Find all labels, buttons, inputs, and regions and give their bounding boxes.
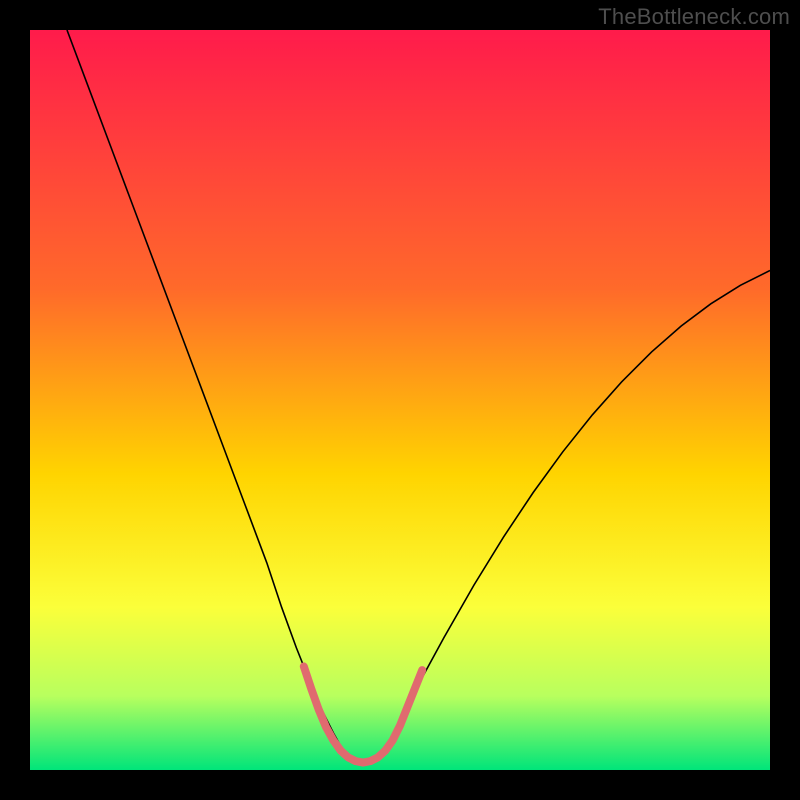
watermark-text: TheBottleneck.com xyxy=(598,4,790,30)
gradient-background xyxy=(30,30,770,770)
chart-frame: TheBottleneck.com xyxy=(0,0,800,800)
bottleneck-chart xyxy=(30,30,770,770)
